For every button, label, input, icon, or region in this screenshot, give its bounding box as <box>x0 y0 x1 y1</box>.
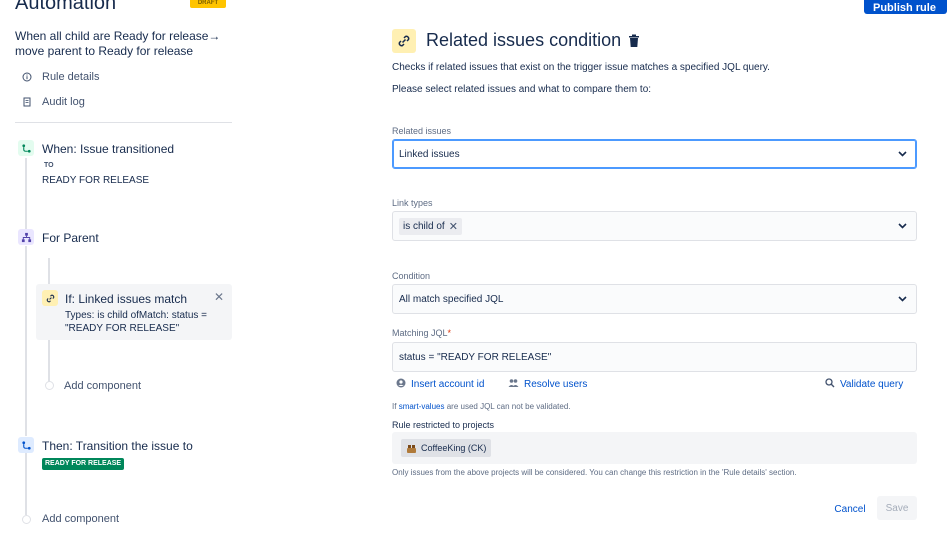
required-mark: * <box>447 328 452 338</box>
cancel-button[interactable]: Cancel <box>826 499 874 519</box>
panel-title: Related issues condition <box>426 30 622 50</box>
smart-values-prefix: If <box>392 402 397 411</box>
resolve-users-label: Resolve users <box>524 379 588 390</box>
add-component-button[interactable]: Add component <box>42 513 119 525</box>
link-type-tag: is child of ✕ <box>399 217 462 235</box>
condition-title: If: Linked issues match <box>65 292 188 306</box>
nav-rule-details-label: Rule details <box>42 71 100 83</box>
panel-description: Checks if related issues that exist on t… <box>392 62 770 73</box>
matching-jql-input[interactable]: status = "READY FOR RELEASE" <box>392 342 917 372</box>
users-icon <box>508 378 519 391</box>
smart-values-link[interactable]: smart-values <box>399 402 445 411</box>
branch-component[interactable]: For Parent <box>42 231 99 245</box>
publish-rule-button[interactable]: Publish rule <box>864 0 947 14</box>
link-icon <box>42 290 58 306</box>
smart-values-suffix: are used JQL can not be validated. <box>446 402 571 411</box>
nav-audit-log[interactable]: Audit log <box>22 96 85 108</box>
branch-icon <box>18 229 34 245</box>
transition-icon <box>18 437 34 453</box>
related-issues-value: Linked issues <box>399 148 460 160</box>
restricted-projects-note: Only issues from the above projects will… <box>392 468 797 477</box>
save-button[interactable]: Save <box>877 496 917 520</box>
restricted-projects-label: Rule restricted to projects <box>392 420 495 430</box>
document-icon <box>22 97 32 107</box>
project-chip: CoffeeKing (CK) <box>401 439 492 457</box>
chevron-down-icon <box>898 151 907 157</box>
draft-badge: DRAFT <box>190 0 226 8</box>
project-chip-label: CoffeeKing (CK) <box>421 443 487 453</box>
condition-value: All match specified JQL <box>399 293 504 305</box>
link-types-label: Link types <box>392 198 433 208</box>
rule-sidebar: Automation DRAFT When all child are Read… <box>0 0 240 536</box>
validate-query-link[interactable]: Validate query <box>825 378 903 391</box>
insert-account-id-link[interactable]: Insert account id <box>396 378 484 391</box>
status-lozenge: READY FOR RELEASE <box>42 458 125 470</box>
action-component[interactable]: Then: Transition the issue to <box>42 439 193 453</box>
validate-query-label: Validate query <box>840 379 904 390</box>
link-icon <box>392 29 416 53</box>
link-type-tag-label: is child of <box>403 220 445 232</box>
resolve-users-link[interactable]: Resolve users <box>508 378 587 391</box>
condition-label: Condition <box>392 271 431 281</box>
nav-rule-details[interactable]: Rule details <box>22 71 99 83</box>
nav-audit-log-label: Audit log <box>42 96 85 108</box>
remove-tag-icon[interactable]: ✕ <box>449 220 458 233</box>
divider <box>15 122 232 123</box>
rule-name[interactable]: When all child are Ready for release→ mo… <box>15 29 230 59</box>
chevron-down-icon <box>898 296 907 302</box>
related-issues-select[interactable]: Linked issues <box>392 139 917 169</box>
add-dot <box>22 515 31 524</box>
flow-connector <box>25 158 27 230</box>
matching-jql-label-text: Matching JQL <box>392 328 448 338</box>
page-title: Automation <box>15 0 117 14</box>
condition-select[interactable]: All match specified JQL <box>392 284 917 314</box>
project-avatar-icon <box>406 443 417 454</box>
flow-connector <box>25 453 27 515</box>
related-issues-label: Related issues <box>392 126 452 136</box>
link-types-select[interactable]: is child of ✕ <box>392 211 917 241</box>
add-dot <box>45 381 54 390</box>
insert-account-id-label: Insert account id <box>411 379 485 390</box>
condition-detail: Types: is child ofMatch: status = "READY… <box>65 310 208 334</box>
search-icon <box>825 378 835 391</box>
info-icon <box>22 72 32 82</box>
close-icon[interactable]: ✕ <box>214 290 224 304</box>
chevron-down-icon <box>898 223 907 229</box>
trigger-component[interactable]: When: Issue transitioned <box>42 142 174 156</box>
user-icon <box>396 378 406 391</box>
trash-icon[interactable] <box>627 33 641 49</box>
panel-instruction: Please select related issues and what to… <box>392 84 652 95</box>
restricted-projects-box: CoffeeKing (CK) <box>392 432 917 464</box>
add-component-button[interactable]: Add component <box>64 380 141 392</box>
transition-icon <box>18 140 34 156</box>
flow-connector <box>25 246 27 436</box>
smart-values-note: If smart-values are used JQL can not be … <box>392 402 571 411</box>
trigger-to-label: TO <box>44 162 54 169</box>
trigger-status: READY FOR RELEASE <box>42 175 150 186</box>
matching-jql-label: Matching JQL* <box>392 328 451 338</box>
